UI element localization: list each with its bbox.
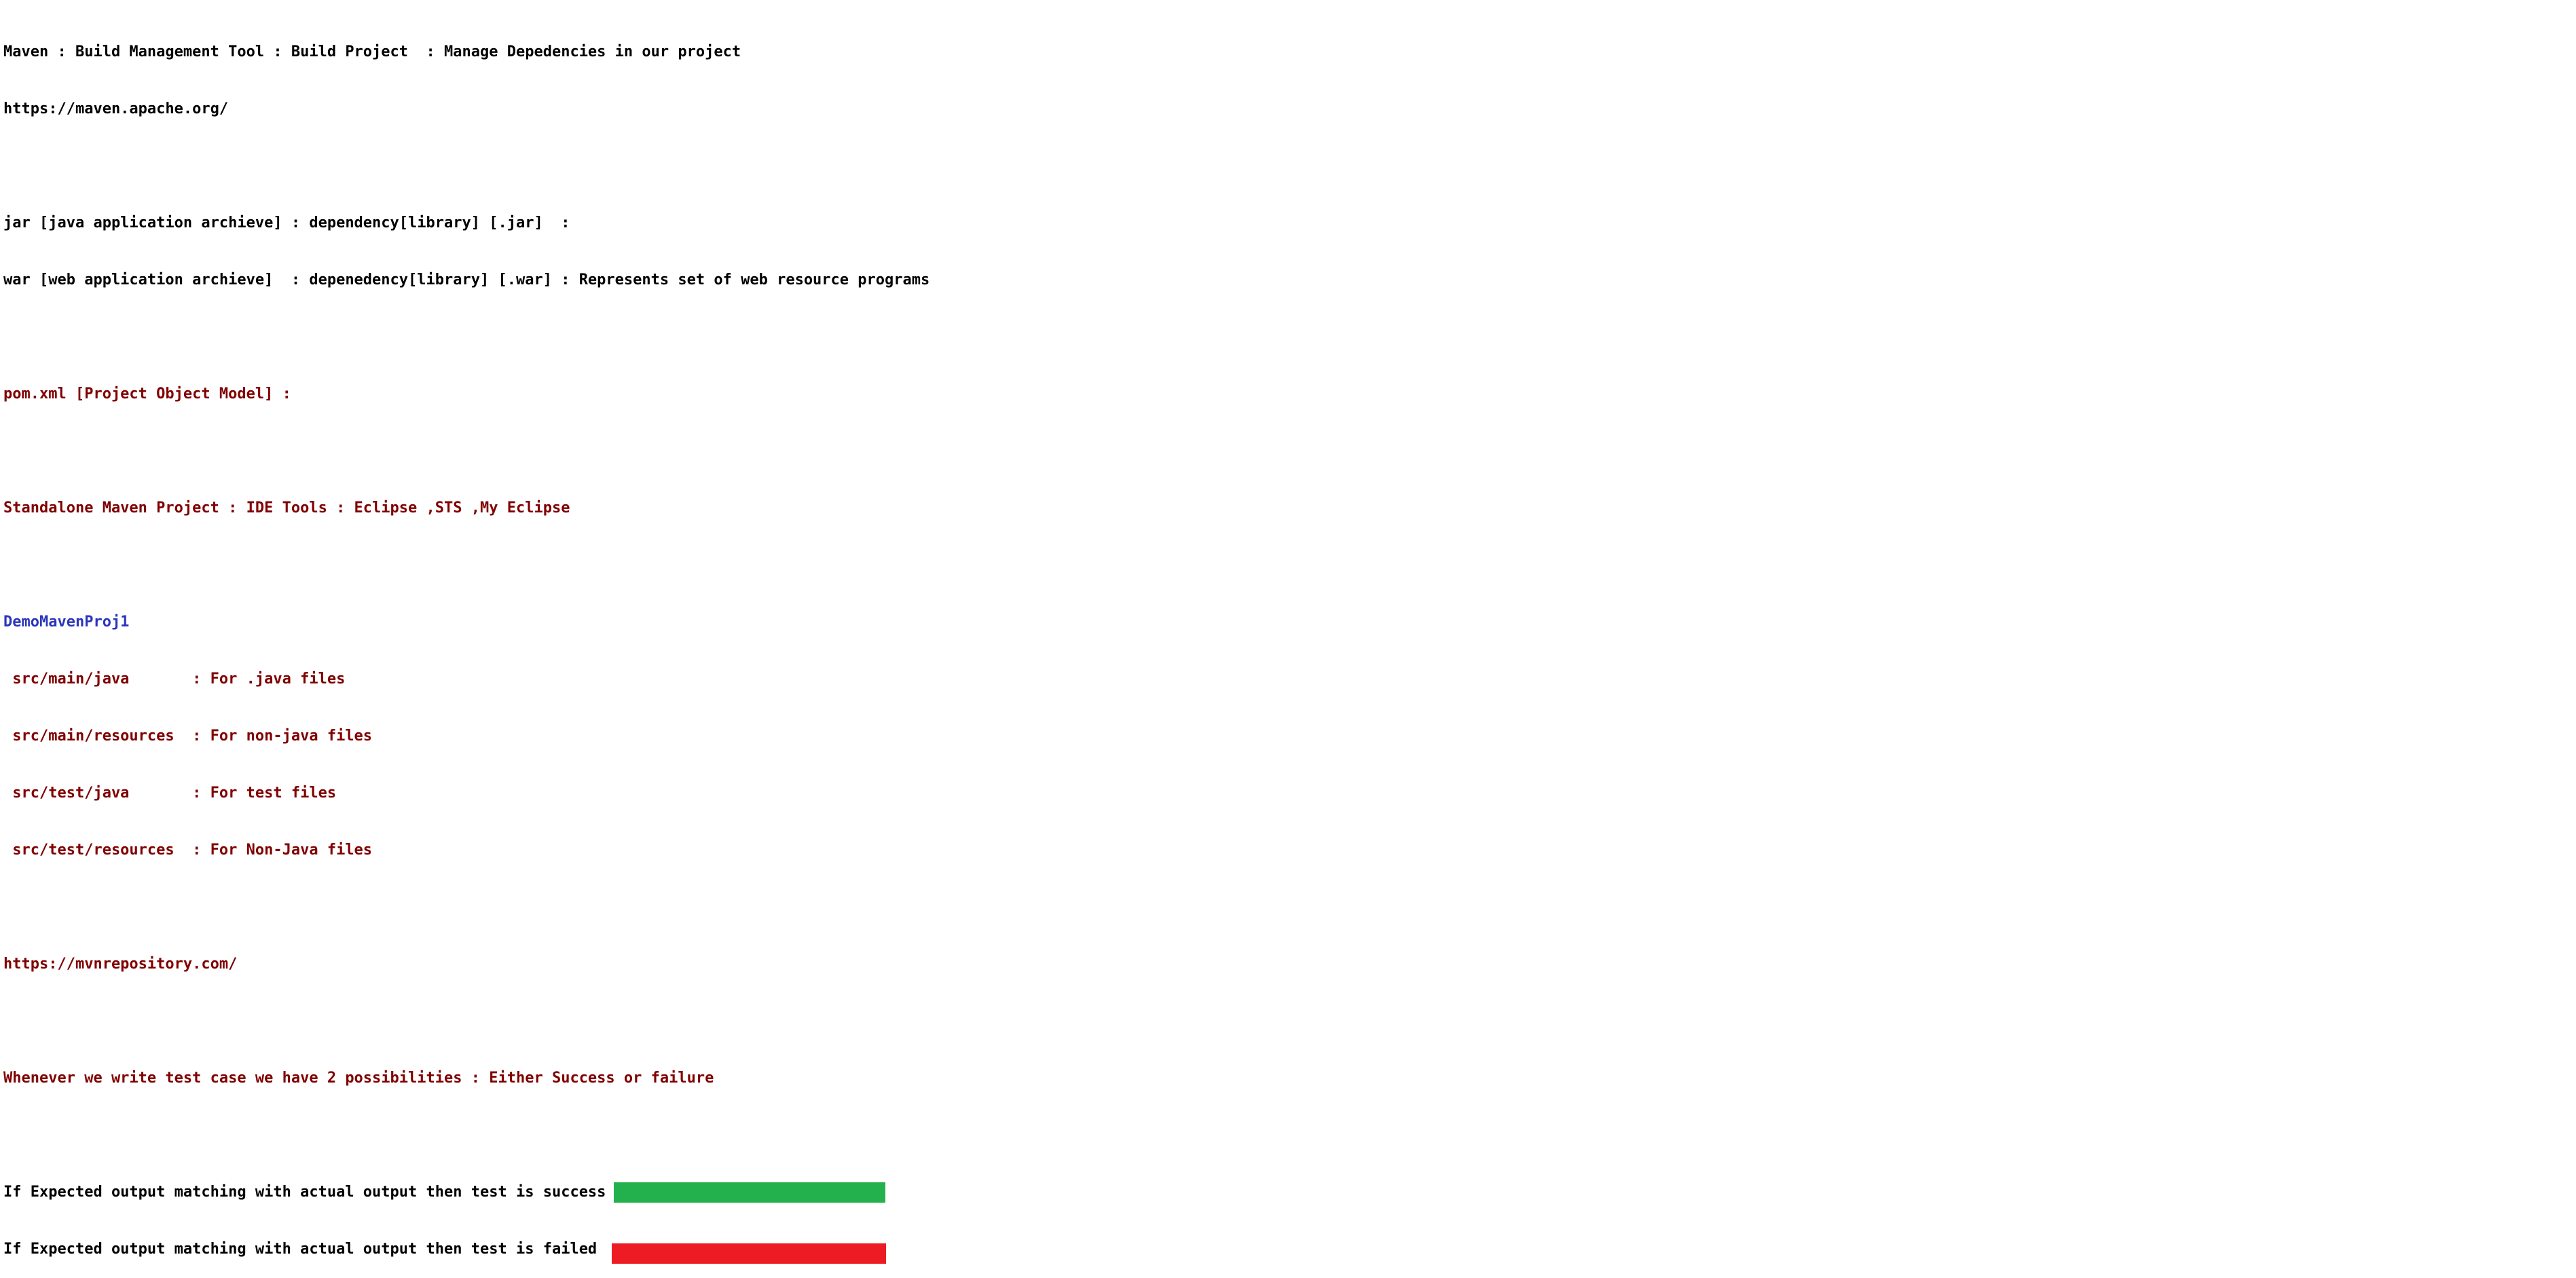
failed-text: If Expected output matching with actual … bbox=[3, 1241, 597, 1258]
src-main-java-line: src/main/java : For .java files bbox=[3, 671, 346, 688]
failed-color-bar bbox=[612, 1243, 887, 1264]
pom-line: pom.xml [Project Object Model] : bbox=[3, 386, 291, 402]
maven-url-line: https://maven.apache.org/ bbox=[3, 100, 229, 117]
success-line: If Expected output matching with actual … bbox=[3, 1182, 2570, 1203]
war-line: war [web application archieve] : depened… bbox=[3, 271, 930, 288]
success-text: If Expected output matching with actual … bbox=[3, 1184, 606, 1201]
src-test-resources-line: src/test/resources : For Non-Java files bbox=[3, 842, 373, 859]
src-main-resources-line: src/main/resources : For non-java files bbox=[3, 728, 373, 745]
document-body: Maven : Build Management Tool : Build Pr… bbox=[3, 5, 2570, 1278]
standalone-project-line: Standalone Maven Project : IDE Tools : E… bbox=[3, 500, 570, 516]
src-test-java-line: src/test/java : For test files bbox=[3, 785, 337, 802]
mvnrepository-url-line: https://mvnrepository.com/ bbox=[3, 956, 238, 973]
failed-line: If Expected output matching with actual … bbox=[3, 1240, 2570, 1264]
maven-intro-line: Maven : Build Management Tool : Build Pr… bbox=[3, 43, 741, 60]
project-name-line: DemoMavenProj1 bbox=[3, 614, 130, 631]
test-possibilities-line: Whenever we write test case we have 2 po… bbox=[3, 1070, 714, 1087]
success-color-bar bbox=[614, 1182, 886, 1203]
jar-line: jar [java application archieve] : depend… bbox=[3, 214, 570, 231]
